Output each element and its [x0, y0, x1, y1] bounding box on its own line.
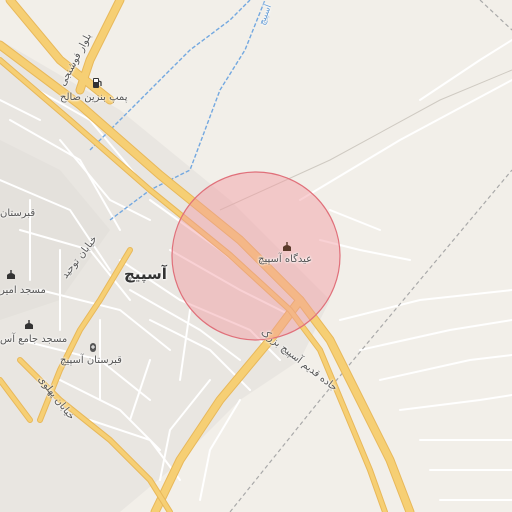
cemetery-label[interactable]: قبرستان آسپیچ: [60, 355, 122, 366]
mosque-amir-label[interactable]: مسجد امیر: [0, 285, 46, 296]
city-label[interactable]: آسپیچ: [124, 265, 167, 283]
eidgah-label[interactable]: عیدگاه آسپیچ: [258, 254, 312, 265]
highlight-circle: [171, 171, 341, 341]
gas-station-label[interactable]: پمپ بنزین صالح: [60, 92, 128, 103]
map-canvas[interactable]: پمپ بنزین صالح عیدگاه آسپیچ آسپیچ قبرستا…: [0, 0, 512, 512]
mosque-icon[interactable]: [280, 240, 296, 254]
mosque-icon[interactable]: [4, 268, 20, 282]
mosque-jame-label[interactable]: مسجد جامع آس: [0, 334, 67, 345]
cemetery-left-label[interactable]: قبرستان: [0, 208, 35, 219]
cemetery-icon[interactable]: [86, 340, 102, 354]
fuel-pump-icon[interactable]: [90, 76, 106, 90]
mosque-icon[interactable]: [22, 318, 38, 332]
